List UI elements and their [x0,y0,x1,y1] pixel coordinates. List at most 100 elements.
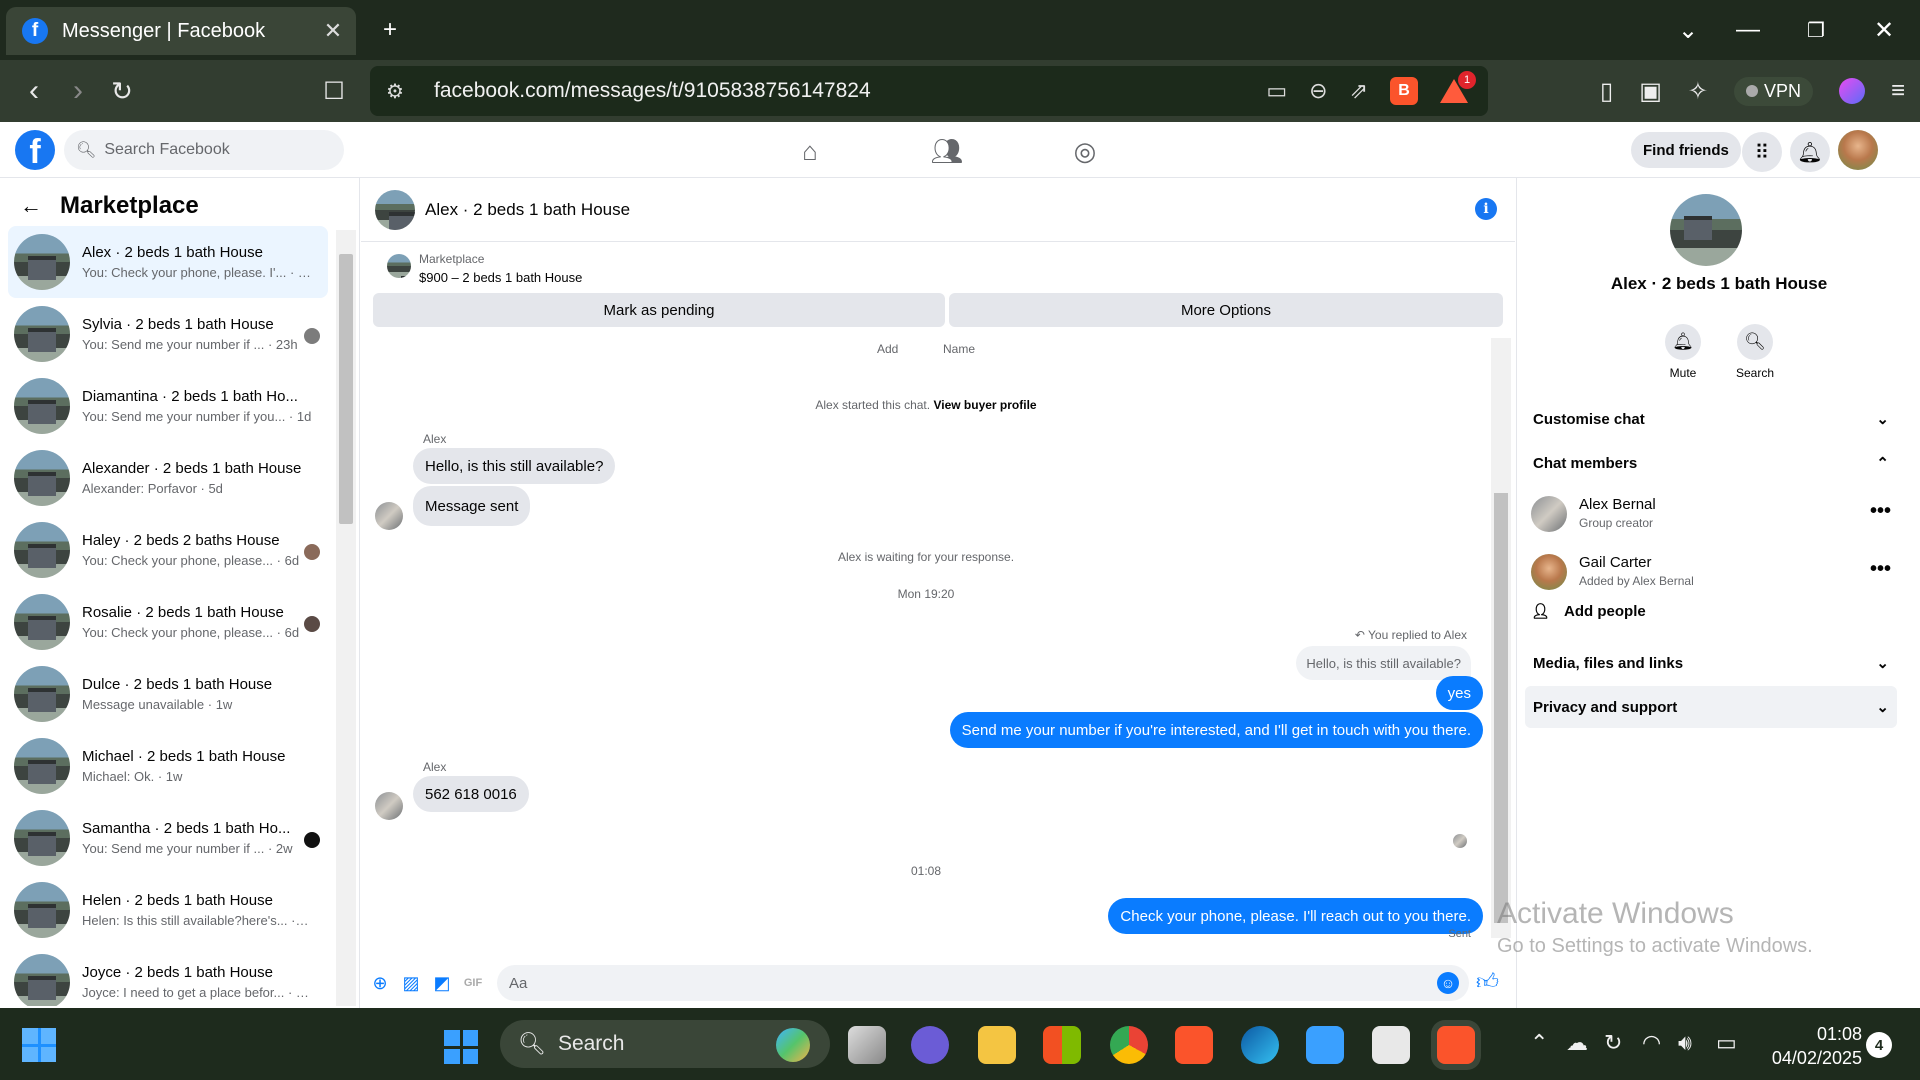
member-row[interactable]: Alex Bernal Group creator ••• [1531,492,1891,536]
notification-badge[interactable]: 4 [1866,1032,1892,1058]
conversation-item[interactable]: Michael · 2 beds 1 bath House Michael: Ok… [8,730,328,802]
snipping-tool-icon[interactable] [1372,1026,1410,1064]
brave-rewards-icon[interactable]: 1 [1440,71,1476,105]
incoming-message[interactable]: Hello, is this still available? [413,448,616,484]
cast-icon[interactable]: ▭ [1266,78,1287,104]
conversation-item[interactable]: Alexander · 2 beds 1 bath House Alexander… [8,442,328,514]
tab-list-chevron-icon[interactable]: ⌄ [1668,10,1708,50]
mark-as-pending-button[interactable]: Mark as pending [373,293,945,327]
conversation-avatar[interactable] [14,234,70,290]
quoted-reply[interactable]: Hello, is this still available? [1296,646,1471,680]
brave-active-icon[interactable] [1437,1026,1475,1064]
system-clock[interactable]: 01:08 04/02/2025 [1762,1022,1862,1070]
conversation-avatar[interactable] [14,378,70,434]
sticker-icon[interactable]: ◩ [430,971,454,995]
tab-close-icon[interactable]: ✕ [318,18,348,44]
edge-icon[interactable] [1241,1026,1279,1064]
conversation-item[interactable]: Joyce · 2 beds 1 bath House Joyce: I need… [8,946,328,1006]
brave-icon[interactable] [1175,1026,1213,1064]
sync-icon[interactable]: ↻ [1604,1030,1622,1056]
new-tab-button[interactable]: + [370,10,410,50]
battery-icon[interactable]: ▭ [1716,1030,1737,1056]
brave-shields-icon[interactable]: B [1390,77,1418,105]
find-friends-button[interactable]: Find friends [1631,132,1741,168]
browser-tab[interactable]: f Messenger | Facebook ✕ [6,7,356,55]
listing-title[interactable]: $900 – 2 beds 1 bath House [419,270,582,285]
profile-avatar[interactable] [1670,194,1742,266]
conversation-avatar[interactable] [14,954,70,1006]
conversation-avatar[interactable] [14,666,70,722]
onedrive-icon[interactable]: ☁ [1566,1030,1588,1056]
conversation-avatar[interactable] [14,450,70,506]
conversation-avatar[interactable] [14,810,70,866]
url-bar[interactable]: ⚙ facebook.com/messages/t/91058387561478… [370,66,1488,116]
notepad-icon[interactable] [1306,1026,1344,1064]
scrollbar-thumb[interactable] [1494,493,1508,923]
notifications-bell-icon[interactable]: 🔔︎ [1790,132,1830,172]
account-avatar[interactable] [1838,130,1878,170]
conversation-avatar[interactable] [14,594,70,650]
conversation-item[interactable]: Sylvia · 2 beds 1 bath House You: Send me… [8,298,328,370]
zoom-out-icon[interactable]: ⊖ [1309,78,1327,104]
start-windows-icon[interactable] [444,1030,478,1064]
more-options-icon[interactable]: ••• [1870,558,1891,581]
sidebar-icon[interactable]: ▯ [1600,77,1613,106]
member-avatar[interactable] [1531,554,1567,590]
conversation-item[interactable]: Samantha · 2 beds 1 bath Ho... You: Send … [8,802,328,874]
profile-icon[interactable] [1839,78,1866,104]
gif-icon[interactable]: GIF [461,971,485,995]
conversation-avatar[interactable] [14,522,70,578]
conversation-item[interactable]: Dulce · 2 beds 1 bath House Message unava… [8,658,328,730]
conversation-avatar[interactable] [14,306,70,362]
incoming-message[interactable]: 562 618 0016 [413,776,529,812]
forward-icon[interactable]: › [58,71,98,111]
more-options-icon[interactable]: ••• [1870,500,1891,523]
conversation-item[interactable]: Alex · 2 beds 1 bath House You: Check you… [8,226,328,298]
minimize-icon[interactable]: — [1728,10,1768,50]
emoji-icon[interactable]: ☺ [1437,972,1459,994]
share-icon[interactable]: ⇗ [1350,78,1368,104]
member-row[interactable]: Gail Carter Added by Alex Bernal ••• [1531,550,1891,594]
teams-icon[interactable] [911,1026,949,1064]
message-input[interactable]: Aa ☺ [497,965,1469,1001]
wallet-icon[interactable]: ▣ [1639,77,1662,106]
file-explorer-icon[interactable] [978,1026,1016,1064]
search-button[interactable]: 🔍︎ Search [1725,324,1785,380]
customise-chat-section[interactable]: Customise chat ⌄ [1525,398,1897,440]
chat-members-section[interactable]: Chat members ⌃ [1525,442,1897,484]
sender-avatar[interactable] [375,502,403,530]
menu-grid-icon[interactable]: ⠿ [1742,132,1782,172]
conversation-avatar[interactable] [14,882,70,938]
widgets-icon[interactable] [22,1028,56,1062]
show-hidden-icons-chevron-icon[interactable]: ⌃ [1530,1030,1548,1056]
outgoing-message[interactable]: yes [1435,676,1483,710]
facebook-logo-icon[interactable]: f [15,130,55,170]
taskbar-search[interactable]: 🔍︎ Search [500,1020,830,1068]
back-arrow-icon[interactable]: ← [20,193,42,219]
scrollbar-thumb[interactable] [339,254,353,524]
mute-button[interactable]: 🔔︎ Mute [1653,324,1713,380]
task-view-icon[interactable] [848,1026,886,1064]
listing-thumbnail[interactable] [387,254,411,278]
conversation-avatar[interactable] [14,738,70,794]
conversation-item[interactable]: Rosalie · 2 beds 1 bath House You: Check … [8,586,328,658]
view-buyer-profile-link[interactable]: View buyer profile [933,398,1036,412]
sender-avatar[interactable] [375,792,403,820]
more-options-button[interactable]: More Options [949,293,1503,327]
chat-title[interactable]: Alex · 2 beds 1 bath House [425,200,630,220]
chat-avatar[interactable] [375,189,415,230]
reload-icon[interactable]: ↻ [102,71,142,111]
chat-scrollbar[interactable] [1491,338,1511,938]
sidebar-scrollbar[interactable] [336,230,356,1006]
bookmark-icon[interactable]: ☐ [314,71,354,111]
home-icon[interactable]: ⌂ [793,134,827,168]
groups-icon[interactable]: ◎ [1068,134,1102,168]
incoming-message[interactable]: Message sent [413,486,531,526]
photo-icon[interactable]: ▨ [399,971,423,995]
volume-icon[interactable]: 🔊︎ [1678,1030,1692,1056]
menu-icon[interactable]: ≡ [1891,77,1905,105]
restore-icon[interactable]: ❐ [1796,10,1836,50]
privacy-support-section[interactable]: Privacy and support ⌄ [1525,686,1897,728]
site-settings-icon[interactable]: ⚙ [386,79,416,104]
microsoft-store-icon[interactable] [1043,1026,1081,1064]
